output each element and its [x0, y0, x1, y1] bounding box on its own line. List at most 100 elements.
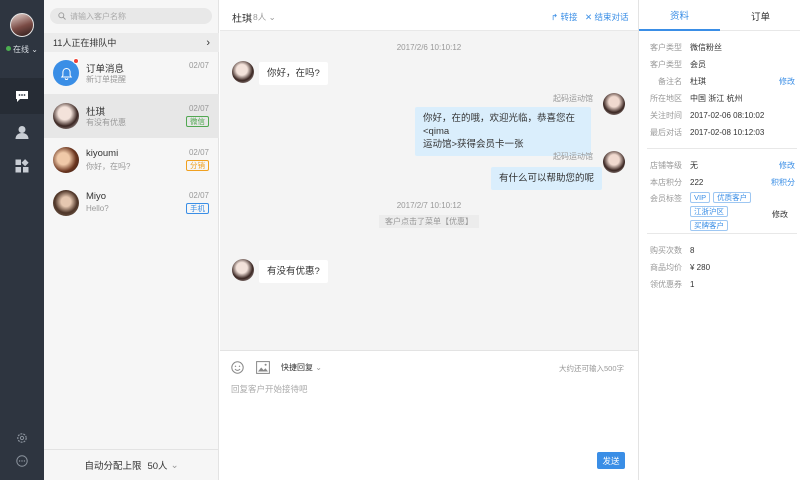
search-box — [50, 8, 212, 24]
info-value: 2017-02-08 10:12:03 — [690, 127, 765, 137]
member-tag: 江浙沪区 — [690, 206, 728, 217]
info-row: 备注名 杜琪 修改 — [650, 73, 795, 89]
info-row: 商品均价 ¥ 280 — [650, 259, 795, 275]
info-key: 商品均价 — [650, 262, 682, 272]
transfer-icon: ↱ — [551, 12, 559, 22]
compose-area: 快捷回复 ⌄ 大约还可输入500字 回复客户开始接待吧 — [220, 350, 638, 480]
list-item-order[interactable]: 订单消息 新订单提醒 02/07 — [44, 51, 219, 95]
status-label: 在线 — [13, 45, 29, 54]
customer-avatar — [232, 61, 254, 83]
chat-header: 杜琪 8人 ⌄ ↱ 转接 ✕ 结束对话 — [220, 0, 638, 31]
queue-text: 11人正在排队中 — [53, 38, 117, 48]
avatar — [53, 103, 79, 129]
chat-count-text: 8人 — [253, 12, 267, 22]
edit-level-link[interactable]: 修改 — [779, 160, 795, 171]
nav-apps[interactable] — [0, 148, 44, 184]
info-value: ¥ 280 — [690, 262, 711, 272]
conv-preview: Hello? — [86, 204, 109, 213]
chevron-right-icon: › — [206, 36, 210, 49]
chevron-down-icon: ⌄ — [268, 12, 276, 22]
info-row: 购买次数 8 — [650, 242, 795, 258]
timestamp: 2017/2/7 10:10:12 — [396, 201, 462, 210]
list-item-miyo[interactable]: Miyo Hello? 02/07 手机 — [44, 181, 219, 225]
customer-info-panel: 资料 订单 客户类型 微信粉丝 客户类型 会员 备注名 杜琪 修改 所在地区 中国 浙江 … — [638, 0, 800, 480]
list-item-kiyoumi[interactable]: kiyoumi 你好，在吗? 02/07 分销 — [44, 138, 219, 182]
member-tag: 优质客户 — [713, 192, 752, 203]
image-icon[interactable] — [256, 361, 270, 374]
message-bubble: 你好，在的哦，欢迎光临，恭喜您在<qima 运动馆>获得会员卡一张 — [415, 107, 591, 156]
conv-name: 杜琪 — [86, 107, 106, 118]
quick-reply-dropdown[interactable]: 快捷回复 ⌄ — [281, 362, 322, 373]
info-key: 最后对话 — [650, 127, 682, 137]
info-row: 最后对话 2017-02-08 10:12:03 — [650, 124, 795, 140]
end-chat-label: 结束对话 — [594, 12, 629, 22]
system-event: 客户点击了菜单【优惠】 — [220, 215, 638, 228]
agent-avatar[interactable] — [10, 13, 34, 37]
info-key: 会员标签 — [650, 194, 682, 203]
list-item-duqi[interactable]: 杜琪 有没有优惠 02/07 微信 — [44, 94, 219, 138]
transfer-button[interactable]: ↱ 转接 — [551, 11, 578, 23]
transfer-label: 转接 — [560, 12, 578, 22]
channel-tag: 手机 — [186, 203, 209, 214]
info-key: 备注名 — [658, 76, 682, 86]
info-value: 8 — [690, 245, 695, 255]
agent-avatar — [603, 151, 625, 173]
chat-icon — [16, 90, 28, 102]
info-row: 客户类型 微信粉丝 — [650, 39, 795, 55]
auto-assign-value: 50人 — [147, 461, 168, 472]
conv-name: kiyoumi — [86, 148, 119, 159]
send-button[interactable]: 发送 — [597, 452, 625, 469]
end-chat-button[interactable]: ✕ 结束对话 — [585, 11, 629, 23]
info-value: 中国 浙江 杭州 — [690, 93, 743, 103]
auto-assign-label: 自动分配上限 — [84, 461, 142, 472]
message-line: 你好，在的哦，欢迎光临，恭喜您在<qima — [423, 113, 576, 137]
auto-assign-limit[interactable]: 自动分配上限 50人 ⌄ — [44, 449, 219, 480]
chevron-down-icon: ⌄ — [315, 363, 322, 372]
info-value: 杜琪 — [690, 76, 706, 86]
tab-profile[interactable]: 资料 — [639, 0, 720, 31]
channel-tag: 分销 — [186, 160, 209, 171]
status-selector[interactable]: 在线 ⌄ — [6, 44, 38, 55]
chevron-down-icon: ⌄ — [170, 459, 179, 471]
edit-remark-link[interactable]: 修改 — [779, 76, 795, 87]
timestamp: 2017/2/6 10:10:12 — [396, 43, 462, 52]
info-key: 所在地区 — [650, 93, 682, 103]
nav-more[interactable] — [0, 443, 44, 479]
nav-chat[interactable] — [0, 78, 44, 114]
emoji-icon[interactable] — [231, 361, 244, 374]
info-key: 领优惠券 — [650, 279, 682, 289]
char-limit: 大约还可输入500字 — [558, 364, 624, 373]
avatar — [53, 190, 79, 216]
member-tag: VIP — [690, 192, 711, 203]
sender-name: 起码运动馆 — [553, 152, 593, 161]
info-row: 客户类型 会员 — [650, 56, 795, 72]
info-row: 店铺等级无 修改 — [650, 157, 795, 173]
chat-panel: 杜琪 8人 ⌄ ↱ 转接 ✕ 结束对话 2017/2/6 10:10:12 你好… — [220, 0, 638, 480]
queue-bar[interactable]: 11人正在排队中 › — [44, 33, 219, 52]
info-row: 所在地区 中国 浙江 杭州 — [650, 90, 795, 106]
divider — [647, 148, 797, 149]
search-icon — [58, 12, 66, 20]
search-input[interactable] — [70, 11, 200, 21]
info-key: 客户类型 — [650, 42, 682, 52]
message-bubble: 有没有优惠? — [259, 260, 328, 283]
nav-customers[interactable] — [0, 114, 44, 150]
conv-date: 02/07 — [188, 148, 209, 157]
chat-count[interactable]: 8人 ⌄ — [253, 11, 276, 23]
left-rail: 在线 ⌄ — [0, 0, 44, 480]
avatar — [53, 147, 79, 173]
apps-icon — [15, 159, 29, 173]
edit-tags-link[interactable]: 修改 — [772, 209, 788, 220]
conv-preview: 你好，在吗? — [86, 162, 131, 171]
info-value: 1 — [690, 279, 695, 289]
member-tag: 买牌客户 — [690, 220, 728, 231]
info-key: 店铺等级 — [650, 160, 682, 170]
message-area[interactable]: 2017/2/6 10:10:12 你好，在吗? 起码运动馆 你好，在的哦，欢迎… — [220, 31, 638, 350]
info-key: 购买次数 — [650, 245, 682, 255]
info-row: 关注时间 2017-02-06 08:10:02 — [650, 107, 795, 123]
points-link[interactable]: 积积分 — [771, 177, 795, 188]
reply-input[interactable]: 回复客户开始接待吧 — [231, 383, 308, 395]
tab-orders[interactable]: 订单 — [720, 0, 800, 31]
channel-tag: 微信 — [186, 116, 209, 127]
info-value: 无 — [690, 160, 698, 170]
